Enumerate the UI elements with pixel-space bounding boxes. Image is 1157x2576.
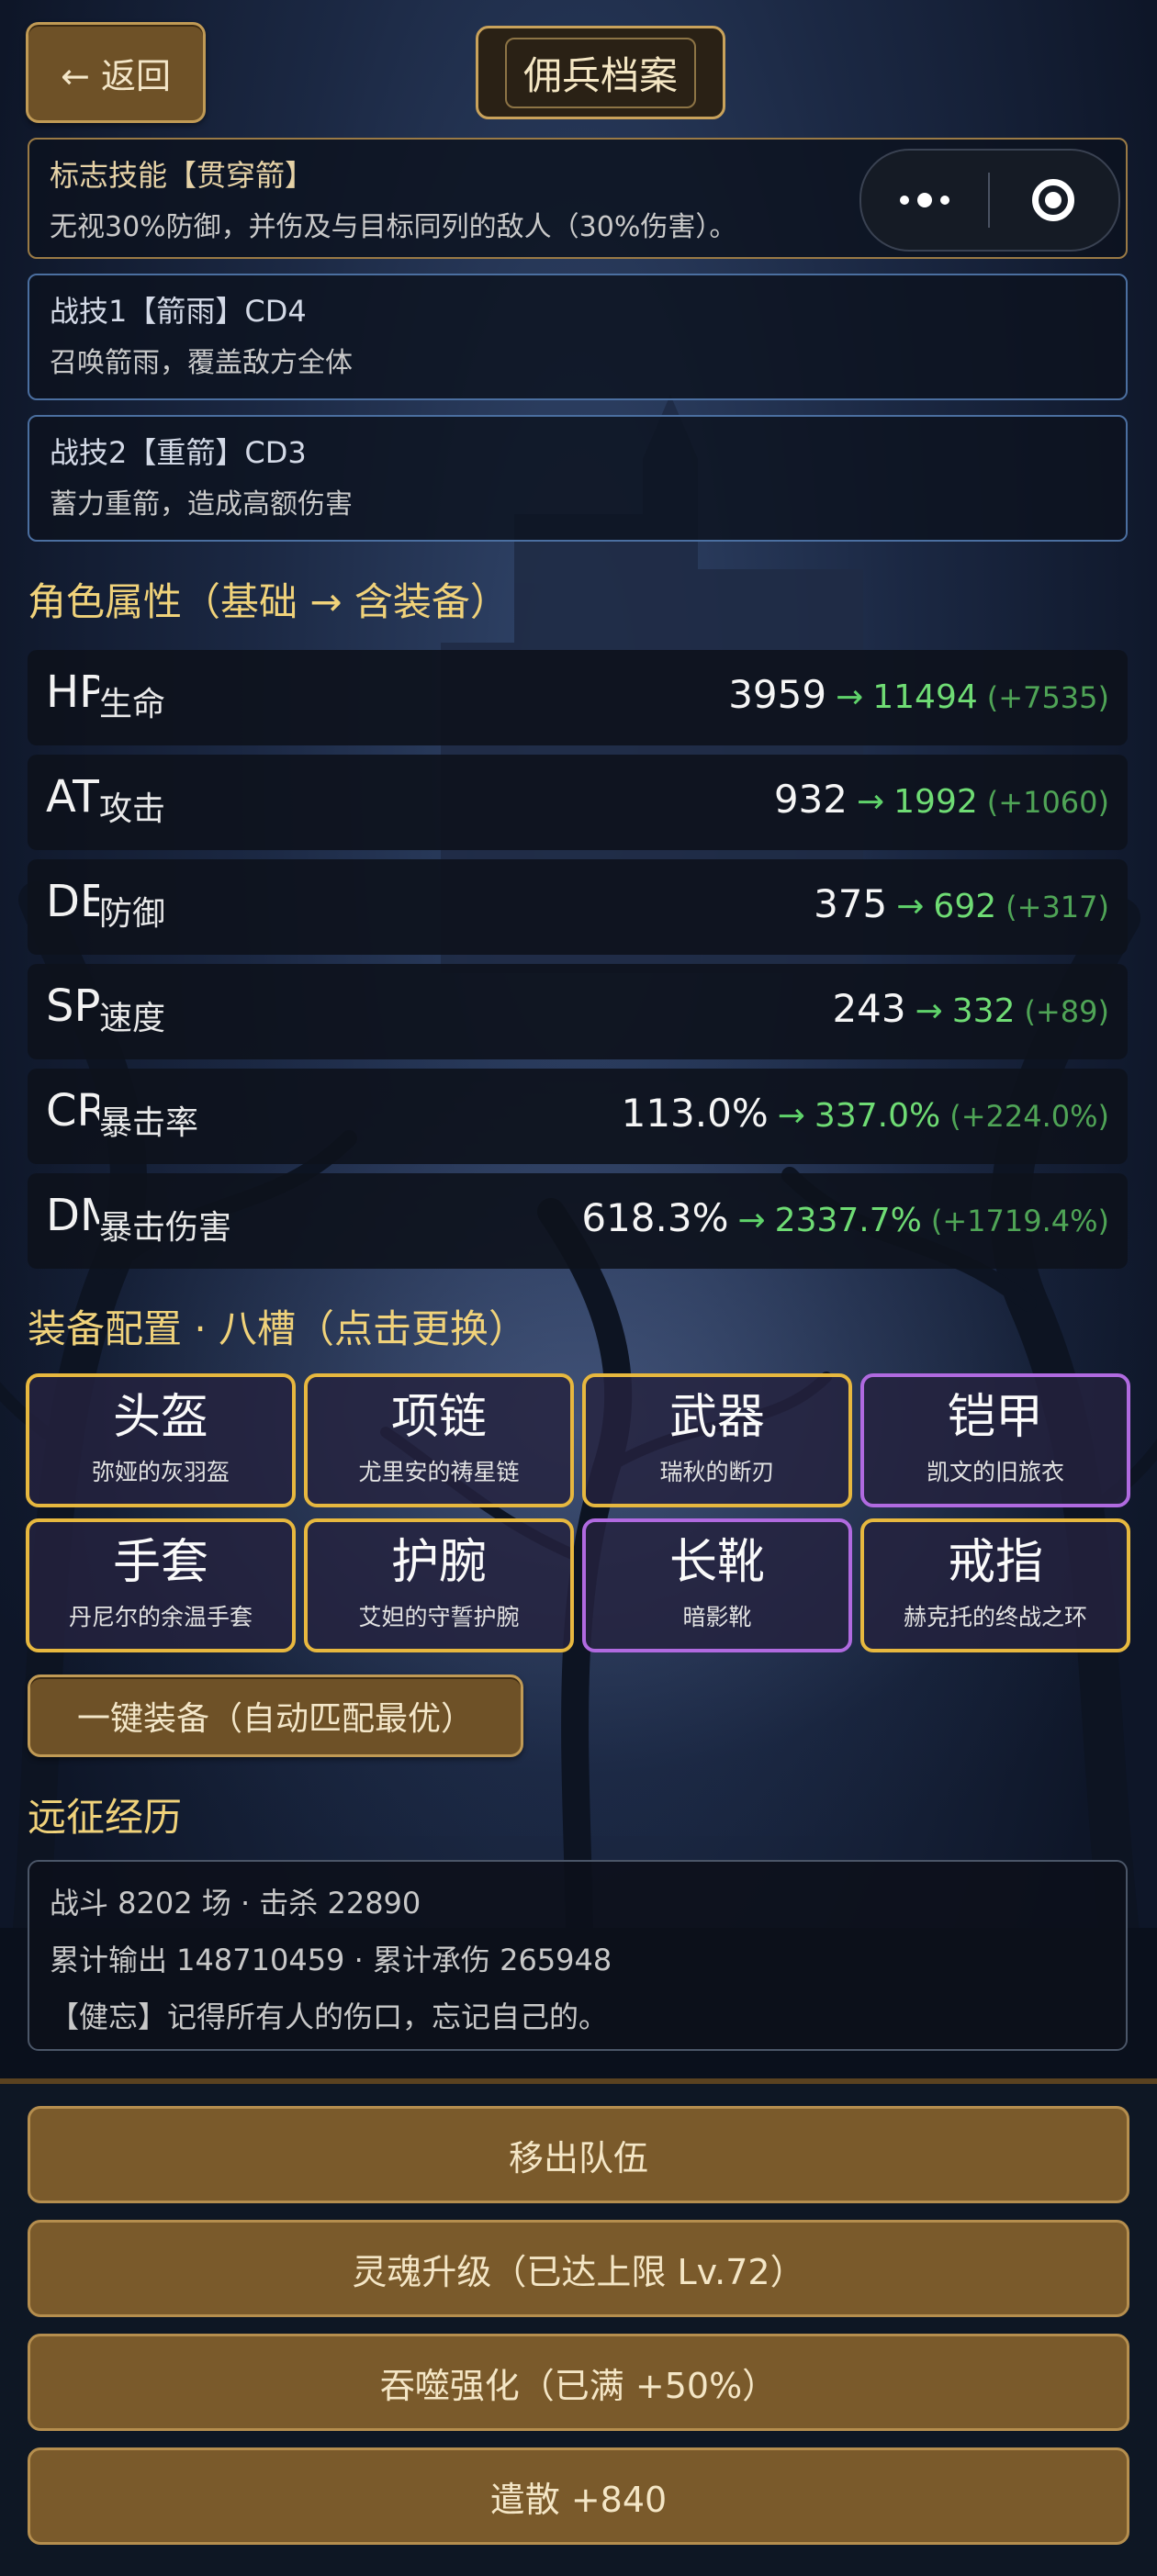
stat-final: 337.0%: [814, 1097, 941, 1135]
gear-slot-boots[interactable]: 长靴 暗影靴: [582, 1518, 852, 1652]
skill-name: 战技2【重箭】CD3: [50, 435, 307, 470]
gear-slot-gloves[interactable]: 手套 丹尼尔的余温手套: [26, 1518, 296, 1652]
gear-item-name: 暗影靴: [682, 1604, 752, 1630]
stat-abbr: DMG: [46, 1190, 99, 1241]
stat-delta: (+1060): [986, 785, 1109, 820]
dismiss-label: 遣散 +840: [489, 2479, 668, 2520]
gear-item-name: 赫克托的终战之环: [903, 1604, 1087, 1630]
page-title: 佣兵档案: [476, 26, 725, 119]
arrow-icon: →: [856, 783, 885, 821]
stat-row-def: DEF 防御 375 → 692 (+317): [28, 859, 1128, 955]
stat-final: 11494: [872, 678, 978, 716]
gear-slot-weapon[interactable]: 武器 瑞秋的断刃: [582, 1373, 852, 1507]
gear-item-name: 瑞秋的断刃: [659, 1459, 775, 1485]
back-button[interactable]: ← 返回: [26, 22, 206, 123]
stat-name: 暴击伤害: [99, 1209, 232, 1247]
skill2-card: 战技2【重箭】CD3 蓄力重箭，造成高额伤害: [28, 415, 1128, 542]
stat-delta: (+317): [1005, 890, 1109, 924]
stat-final: 332: [951, 992, 1016, 1030]
miniprogram-capsule: [859, 149, 1120, 252]
attributes-title: 角色属性（基础 → 含装备）: [28, 579, 509, 624]
stat-abbr: DEF: [46, 876, 99, 927]
stat-row-crit-rate: CRT 暴击率 113.0% → 337.0% (+224.0%): [28, 1069, 1128, 1164]
gear-slot-name: 头盔: [112, 1390, 208, 1445]
stat-row-hp: HP 生命 3959 → 11494 (+7535): [28, 650, 1128, 745]
stat-row-atk: ATK 攻击 932 → 1992 (+1060): [28, 755, 1128, 850]
back-label: ← 返回: [61, 55, 171, 96]
soul-upgrade-label: 灵魂升级（已达上限 Lv.72）: [352, 2251, 805, 2292]
stat-abbr: SPD: [46, 980, 99, 1032]
gear-item-name: 尤里安的祷星链: [358, 1459, 520, 1485]
gear-slot-bracers[interactable]: 护腕 艾妲的守誓护腕: [304, 1518, 574, 1652]
gear-slot-helmet[interactable]: 头盔 弥娅的灰羽盔: [26, 1373, 296, 1507]
equipment-title: 装备配置 · 八槽（点击更换）: [28, 1306, 528, 1351]
history-damage-stats: 累计输出 148710459 · 累计承伤 265948: [50, 1943, 612, 1977]
gear-item-name: 凯文的旧旅衣: [926, 1459, 1064, 1485]
devour-enhance-button[interactable]: 吞噬强化（已满 +50%）: [28, 2334, 1129, 2431]
arrow-icon: →: [915, 992, 943, 1030]
dismiss-button[interactable]: 遣散 +840: [28, 2447, 1129, 2545]
gear-slot-name: 项链: [390, 1390, 487, 1445]
history-battle-stats: 战斗 8202 场 · 击杀 22890: [50, 1886, 421, 1921]
arrow-icon: →: [836, 678, 864, 716]
gear-slot-name: 护腕: [390, 1535, 487, 1590]
stat-name: 暴击率: [99, 1104, 199, 1142]
stat-base: 375: [814, 881, 888, 926]
stat-base: 618.3%: [581, 1195, 729, 1240]
soul-upgrade-button[interactable]: 灵魂升级（已达上限 Lv.72）: [28, 2220, 1129, 2317]
stat-delta: (+224.0%): [949, 1099, 1109, 1134]
page-title-text: 佣兵档案: [504, 37, 696, 108]
arrow-icon: →: [777, 1097, 805, 1135]
stat-delta: (+7535): [986, 680, 1109, 715]
history-title: 远征经历: [28, 1795, 183, 1840]
history-card: 战斗 8202 场 · 击杀 22890 累计输出 148710459 · 累计…: [28, 1860, 1128, 2051]
skill-desc: 蓄力重箭，造成高额伤害: [50, 488, 353, 521]
devour-label: 吞噬强化（已满 +50%）: [379, 2365, 778, 2406]
gear-slot-necklace[interactable]: 项链 尤里安的祷星链: [304, 1373, 574, 1507]
stat-final: 2337.7%: [774, 1202, 922, 1239]
gear-slot-name: 武器: [668, 1390, 765, 1445]
stat-name: 防御: [99, 895, 166, 933]
auto-equip-button[interactable]: 一键装备（自动匹配最优）: [28, 1674, 523, 1757]
stat-abbr: ATK: [46, 771, 99, 823]
gear-slot-ring[interactable]: 戒指 赫克托的终战之环: [860, 1518, 1130, 1652]
stat-name: 攻击: [99, 790, 166, 828]
more-menu-icon[interactable]: [861, 193, 988, 207]
stat-row-crit-dmg: DMG 暴击伤害 618.3% → 2337.7% (+1719.4%): [28, 1173, 1128, 1269]
stat-name: 生命: [99, 686, 166, 723]
stat-final: 692: [933, 888, 997, 925]
gear-slot-name: 长靴: [668, 1535, 765, 1590]
stat-row-spd: SPD 速度 243 → 332 (+89): [28, 964, 1128, 1059]
gear-item-name: 丹尼尔的余温手套: [68, 1604, 253, 1630]
auto-equip-label: 一键装备（自动匹配最优）: [76, 1700, 474, 1738]
arrow-icon: →: [737, 1202, 766, 1239]
stat-delta: (+89): [1024, 994, 1110, 1029]
arrow-icon: →: [896, 888, 925, 925]
stat-abbr: CRT: [46, 1085, 99, 1137]
stat-base: 932: [773, 777, 848, 822]
gear-item-name: 弥娅的灰羽盔: [91, 1459, 230, 1485]
stat-name: 速度: [99, 1000, 166, 1037]
skill-name: 战技1【箭雨】CD4: [50, 294, 307, 329]
gear-item-name: 艾妲的守誓护腕: [358, 1604, 520, 1630]
close-target-icon[interactable]: [990, 179, 1117, 221]
stat-base: 3959: [728, 672, 827, 717]
stat-delta: (+1719.4%): [930, 1204, 1109, 1238]
gear-slot-name: 铠甲: [947, 1390, 1043, 1445]
stat-base: 243: [832, 986, 906, 1031]
history-trait: 【健忘】记得所有人的伤口，忘记自己的。: [50, 1999, 609, 2034]
stat-base: 113.0%: [621, 1091, 769, 1136]
stat-abbr: HP: [46, 666, 99, 718]
stat-final: 1992: [893, 783, 978, 821]
gear-slot-name: 手套: [112, 1535, 208, 1590]
remove-label: 移出队伍: [508, 2137, 648, 2178]
gear-slot-name: 戒指: [947, 1535, 1043, 1590]
skill-desc: 召唤箭雨，覆盖敌方全体: [50, 347, 353, 379]
remove-from-team-button[interactable]: 移出队伍: [28, 2106, 1129, 2203]
gear-slot-armor[interactable]: 铠甲 凯文的旧旅衣: [860, 1373, 1130, 1507]
skill1-card: 战技1【箭雨】CD4 召唤箭雨，覆盖敌方全体: [28, 274, 1128, 400]
